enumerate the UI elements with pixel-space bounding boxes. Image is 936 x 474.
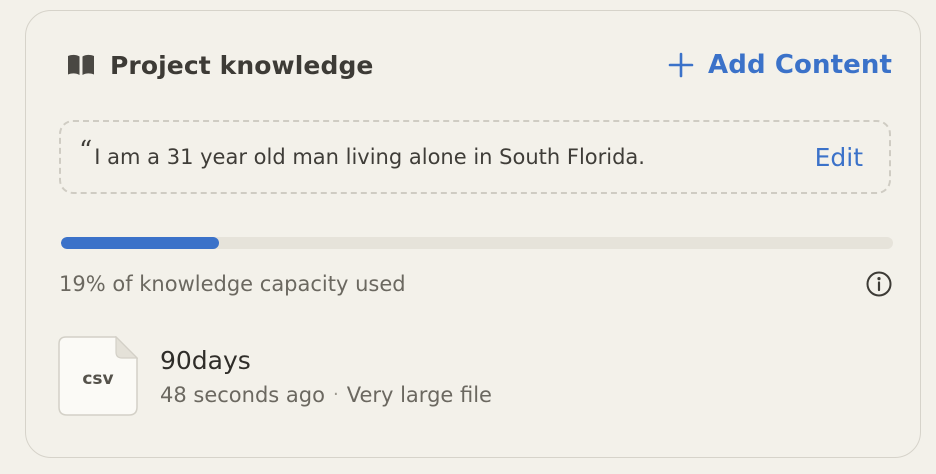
quote-icon: “ [79, 136, 93, 166]
meta-separator: · [332, 384, 339, 405]
project-knowledge-panel: Project knowledge Add Content “ I am a 3… [25, 10, 921, 458]
instructions-text: I am a 31 year old man living alone in S… [94, 145, 645, 169]
file-item[interactable]: csv 90days 48 seconds ago · Very large f… [58, 335, 658, 417]
add-content-label: Add Content [708, 50, 892, 80]
info-icon[interactable] [865, 270, 893, 298]
add-content-button[interactable]: Add Content [668, 50, 892, 80]
capacity-progress-fill [61, 237, 220, 249]
file-name: 90days [160, 345, 251, 375]
file-type-label: csv [82, 369, 114, 389]
file-upload-time: 48 seconds ago [160, 382, 325, 407]
instructions-quote: “ I am a 31 year old man living alone in… [79, 136, 645, 172]
edit-instructions-button[interactable]: Edit [815, 143, 863, 172]
open-book-icon [68, 54, 94, 75]
panel-header: Project knowledge Add Content [66, 45, 892, 85]
title-group: Project knowledge [66, 51, 374, 80]
capacity-row: 19% of knowledge capacity used [59, 269, 893, 299]
plus-icon [668, 52, 694, 78]
file-info: 90days 48 seconds ago · Very large file [160, 346, 492, 407]
capacity-progress-bar [61, 237, 893, 249]
file-size-note: Very large file [346, 382, 492, 407]
project-instructions-box: “ I am a 31 year old man living alone in… [59, 120, 891, 194]
capacity-label: 19% of knowledge capacity used [59, 272, 406, 296]
panel-title: Project knowledge [110, 50, 374, 80]
csv-file-icon: csv [58, 336, 138, 416]
file-meta: 48 seconds ago · Very large file [160, 383, 492, 407]
